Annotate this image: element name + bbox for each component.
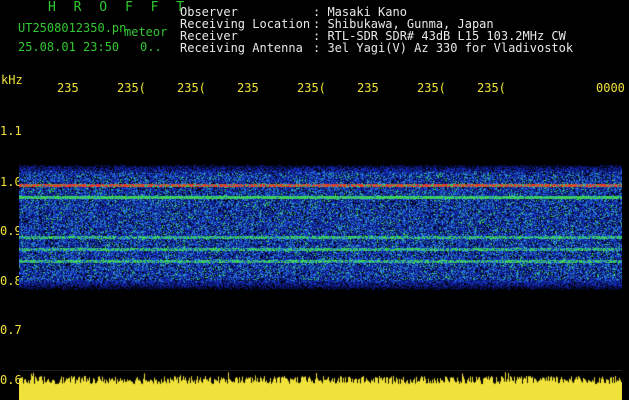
time-tick: 235 [57,81,79,95]
signal-level-strip [19,372,622,400]
time-tick: 235( [297,81,326,95]
field-label-antenna: Receiving Antenna [180,41,303,55]
time-tick: 0000 [596,81,625,95]
baseline-divider [19,370,622,371]
time-tick: 235( [117,81,146,95]
file-kind: meteor [124,25,168,39]
field-value-antenna: : 3el Yagi(V) Az 330 for Vladivostok [313,41,574,55]
time-tick: 235( [477,81,506,95]
time-tick: 235( [177,81,206,95]
date-time: 25.08.01 23:50 [18,40,120,54]
hrofft-window: H R O F F T UT2508012350.pn meteor 25.08… [0,0,629,400]
file-name: UT2508012350.pn [18,21,127,35]
freq-tick: 1.1 [0,124,22,138]
time-tick: 235( [417,81,446,95]
freq-unit-label: kHz [1,73,23,87]
app-title: H R O F F T [48,0,190,15]
freq-tick: 0.7 [0,323,22,337]
time-tick: 235 [237,81,259,95]
time-tick: 235 [357,81,379,95]
counter: 0.. [140,40,162,54]
spectrogram [19,163,622,291]
